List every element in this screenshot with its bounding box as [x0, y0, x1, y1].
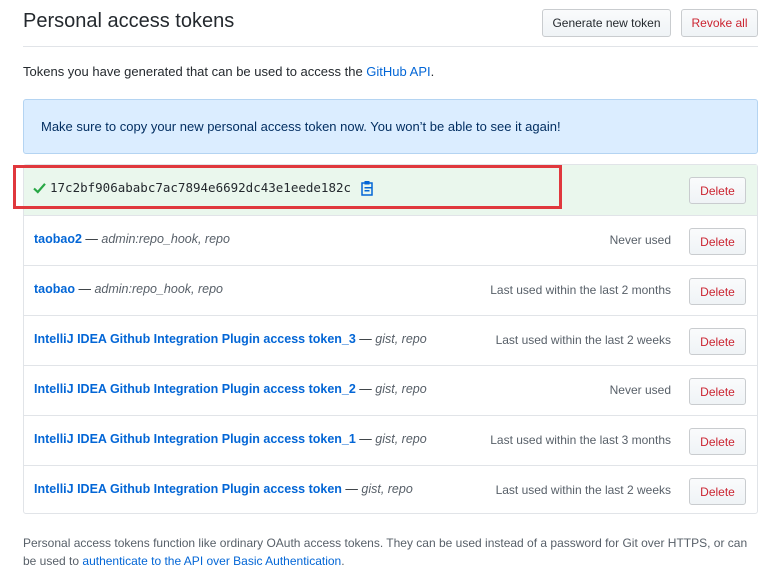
token-row: IntelliJ IDEA Github Integration Plugin … — [24, 315, 757, 365]
token-scopes: admin:repo_hook, repo — [101, 232, 230, 246]
github-api-link[interactable]: GitHub API — [366, 64, 430, 79]
token-name-link[interactable]: taobao — [34, 282, 75, 296]
footer-note: Personal access tokens function like ord… — [23, 534, 758, 570]
page-header: Personal access tokens Generate new toke… — [23, 0, 758, 47]
token-name-cell: IntelliJ IDEA Github Integration Plugin … — [34, 382, 427, 396]
delete-button[interactable]: Delete — [689, 278, 746, 305]
intro-suffix: . — [430, 64, 435, 79]
basic-auth-link[interactable]: authenticate to the API over Basic Authe… — [82, 554, 341, 568]
delete-button[interactable]: Delete — [689, 428, 746, 455]
token-name-link[interactable]: IntelliJ IDEA Github Integration Plugin … — [34, 482, 342, 496]
token-last-used: Last used within the last 2 weeks — [495, 483, 671, 497]
token-scopes: gist, repo — [375, 332, 427, 346]
generate-new-token-button[interactable]: Generate new token — [542, 9, 671, 37]
token-row: taobao2 — admin:repo_hook, repo Never us… — [24, 215, 757, 265]
delete-button[interactable]: Delete — [689, 378, 746, 405]
token-scopes: gist, repo — [361, 482, 413, 496]
new-token-row: 17c2bf906ababc7ac7894e6692dc43e1eede182c… — [24, 165, 757, 215]
token-list: 17c2bf906ababc7ac7894e6692dc43e1eede182c… — [23, 164, 758, 514]
token-name-cell: IntelliJ IDEA Github Integration Plugin … — [34, 432, 427, 446]
token-name-cell: IntelliJ IDEA Github Integration Plugin … — [34, 332, 427, 346]
token-row: taobao — admin:repo_hook, repo Last used… — [24, 265, 757, 315]
token-row: IntelliJ IDEA Github Integration Plugin … — [24, 465, 757, 515]
flash-message: Make sure to copy your new personal acce… — [41, 119, 561, 134]
token-name-link[interactable]: taobao2 — [34, 232, 82, 246]
token-name-link[interactable]: IntelliJ IDEA Github Integration Plugin … — [34, 432, 356, 446]
token-scopes: gist, repo — [375, 382, 427, 396]
token-scopes: gist, repo — [375, 432, 427, 446]
token-name-cell: IntelliJ IDEA Github Integration Plugin … — [34, 482, 413, 496]
token-last-used: Last used within the last 3 months — [490, 433, 671, 447]
token-last-used: Never used — [609, 383, 671, 397]
token-last-used: Last used within the last 2 months — [490, 283, 671, 297]
new-token-value[interactable]: 17c2bf906ababc7ac7894e6692dc43e1eede182c — [50, 180, 351, 195]
token-scopes: admin:repo_hook, repo — [94, 282, 223, 296]
token-last-used: Last used within the last 2 weeks — [495, 333, 671, 347]
token-last-used: Never used — [609, 233, 671, 247]
token-name-link[interactable]: IntelliJ IDEA Github Integration Plugin … — [34, 332, 356, 346]
delete-button[interactable]: Delete — [689, 177, 746, 204]
revoke-all-button[interactable]: Revoke all — [681, 9, 758, 37]
intro-text: Tokens you have generated that can be us… — [23, 64, 434, 79]
delete-button[interactable]: Delete — [689, 228, 746, 255]
token-name-cell: taobao — admin:repo_hook, repo — [34, 282, 223, 296]
token-name-link[interactable]: IntelliJ IDEA Github Integration Plugin … — [34, 382, 356, 396]
flash-notice: Make sure to copy your new personal acce… — [23, 99, 758, 154]
footer-suffix: . — [341, 554, 345, 568]
check-icon — [33, 181, 46, 199]
clipboard-icon[interactable] — [361, 180, 374, 201]
token-name-cell: taobao2 — admin:repo_hook, repo — [34, 232, 230, 246]
page-title: Personal access tokens — [23, 10, 235, 32]
token-row: IntelliJ IDEA Github Integration Plugin … — [24, 415, 757, 465]
intro-text-body: Tokens you have generated that can be us… — [23, 64, 367, 79]
delete-button[interactable]: Delete — [689, 328, 746, 355]
token-row: IntelliJ IDEA Github Integration Plugin … — [24, 365, 757, 415]
delete-button[interactable]: Delete — [689, 478, 746, 505]
